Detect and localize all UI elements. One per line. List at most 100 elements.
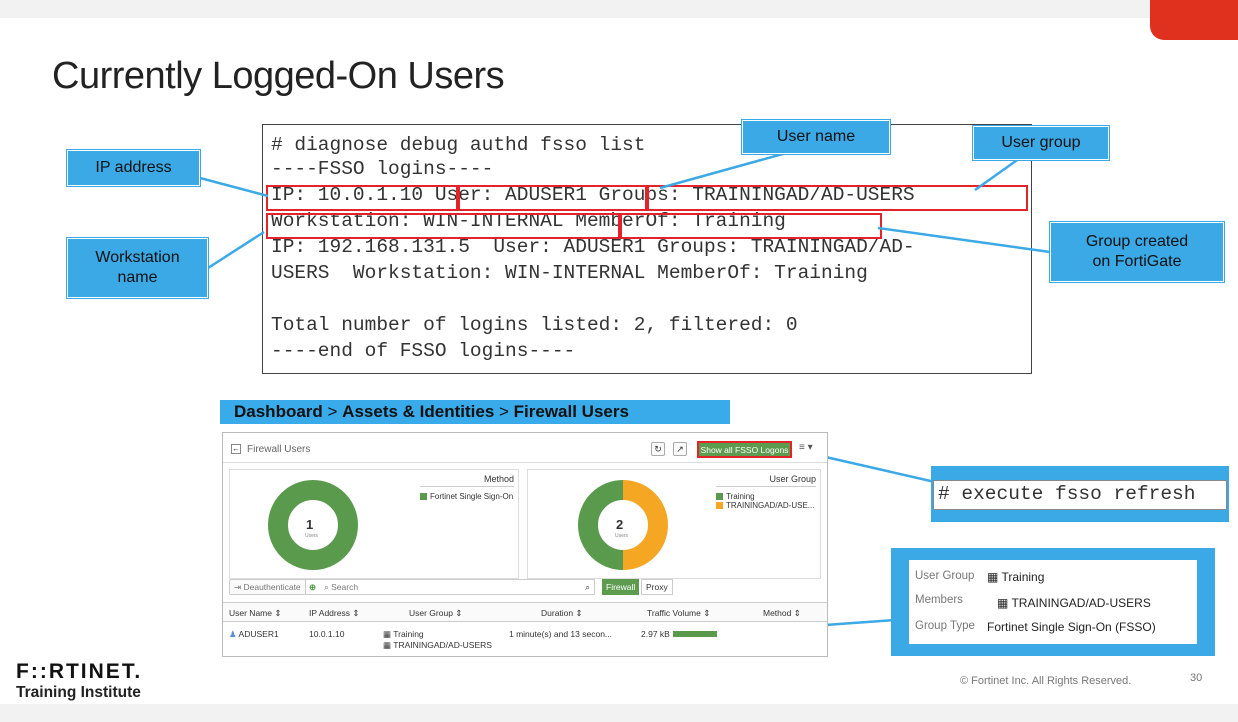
widget-topbar: ← Firewall Users ↻ ↗ Show all FSSO Logon…: [223, 433, 827, 463]
callout-workstation: Workstation name: [67, 238, 208, 298]
menu-icon[interactable]: ≡ ▾: [799, 442, 813, 453]
training-institute-label: Training Institute: [16, 684, 141, 701]
group-center-value: 2: [616, 517, 624, 532]
refresh-icon[interactable]: ↻: [651, 442, 665, 456]
cell-group-training: Training: [393, 629, 424, 639]
search-placeholder: Search: [331, 582, 359, 592]
method-title: Method: [420, 474, 514, 487]
group-value-text: Training: [1001, 570, 1045, 584]
type-value: Fortinet Single Sign-On (FSSO): [987, 620, 1156, 634]
table-header: User Name ⇕ IP Address ⇕ User Group ⇕ Du…: [223, 602, 827, 622]
widget-title: Firewall Users: [247, 444, 311, 455]
page-title: Currently Logged-On Users: [52, 55, 505, 97]
group-icon: ▦: [383, 640, 394, 650]
tab-proxy[interactable]: Proxy: [641, 579, 673, 595]
memberof-highlight: [620, 213, 882, 239]
callout-group-created: Group created on FortiGate: [1050, 222, 1224, 282]
copyright: © Fortinet Inc. All Rights Reserved.: [960, 675, 1132, 687]
legend-label: Fortinet Single Sign-On: [430, 492, 514, 501]
cli-line: ----FSSO logins----: [271, 158, 494, 180]
cell-ip-address: 10.0.1.10: [309, 629, 345, 639]
cell-duration: 1 minute(s) and 13 secon...: [509, 629, 613, 639]
callout-text: IP address: [95, 159, 172, 176]
callout-user-group: User group: [973, 126, 1109, 160]
column-header[interactable]: User Name ⇕: [229, 608, 281, 619]
user-group-panel: 2 Users User Group Training TRAININGAD/A…: [527, 469, 821, 579]
callout-text: on FortiGate: [1092, 253, 1182, 270]
group-center-label: Users: [615, 533, 629, 539]
brand-tab: [1150, 0, 1238, 40]
method-panel: 1 Users Method Fortinet Single Sign-On: [229, 469, 519, 579]
column-header[interactable]: User Group ⇕: [409, 608, 462, 619]
deauthenticate-button[interactable]: ⇥ Deauthenticate: [229, 579, 306, 595]
refresh-command-callout: # execute fsso refresh: [931, 466, 1229, 522]
group-detail: User Group ▦ Training Members ▦ TRAINING…: [909, 560, 1197, 644]
callout-text: Workstation: [95, 249, 180, 266]
user-icon: ♟: [229, 629, 237, 639]
breadcrumb-separator: >: [322, 402, 343, 421]
method-legend-item[interactable]: Fortinet Single Sign-On: [420, 492, 513, 501]
breadcrumb-dashboard: Dashboard: [234, 402, 323, 421]
cell-group-trainingad: TRAININGAD/AD-USERS: [393, 640, 492, 650]
cli-line: # diagnose debug authd fsso list: [271, 134, 646, 156]
cell-user-text: ADUSER1: [238, 629, 279, 639]
type-label: Group Type: [915, 620, 975, 632]
callout-text: Group created: [1085, 233, 1189, 250]
cell-user-name: ♟ ADUSER1: [229, 629, 279, 640]
traffic-bar: [673, 631, 717, 637]
external-link-icon[interactable]: ↗: [673, 442, 687, 456]
cell-traffic-volume: 2.97 kB: [641, 629, 670, 639]
group-icon: ▦: [987, 570, 1002, 584]
legend-label: TRAININGAD/AD-USE...: [726, 501, 815, 510]
breadcrumb-firewall-users: Firewall Users: [513, 402, 629, 421]
legend-label: Training: [726, 492, 755, 501]
callout-text: User group: [1001, 134, 1081, 151]
group-detail-callout: User Group ▦ Training Members ▦ TRAINING…: [891, 548, 1215, 656]
callout-user-name: User name: [742, 120, 890, 154]
legend-swatch: [716, 502, 723, 509]
group-title: User Group: [716, 474, 816, 487]
breadcrumb-separator: >: [494, 402, 514, 421]
deauthenticate-label: Deauthenticate: [243, 582, 301, 592]
group-value: ▦ Training: [987, 570, 1044, 584]
add-icon[interactable]: ⊕: [309, 580, 316, 594]
members-icon: ▦: [997, 596, 1012, 610]
members-value: ▦ TRAININGAD/AD-USERS: [997, 596, 1151, 610]
members-label: Members: [915, 594, 963, 606]
workstation-highlight: [266, 213, 620, 239]
breadcrumb-assets: Assets & Identities: [342, 402, 495, 421]
column-header[interactable]: IP Address ⇕: [309, 608, 359, 619]
cli-output: # diagnose debug authd fsso list ----FSS…: [262, 124, 1032, 374]
callout-text: User name: [776, 128, 856, 145]
back-arrow-icon[interactable]: ←: [231, 444, 241, 454]
method-center-value: 1: [306, 517, 314, 532]
user-highlight: [458, 185, 647, 211]
ip-highlight: [266, 185, 458, 211]
column-header[interactable]: Duration ⇕: [541, 608, 583, 619]
search-input[interactable]: ⊕ ⌕ Search ⌕: [305, 579, 595, 595]
tab-firewall[interactable]: Firewall: [602, 579, 640, 595]
groups-highlight: [647, 185, 1028, 211]
cli-line: USERS Workstation: WIN-INTERNAL MemberOf…: [271, 262, 868, 284]
show-fsso-logons-button[interactable]: Show all FSSO Logons: [697, 441, 792, 458]
slide: Currently Logged-On Users # diagnose deb…: [0, 0, 1238, 722]
column-header[interactable]: Method ⇕: [763, 608, 801, 619]
cli-line: Total number of logins listed: 2, filter…: [271, 314, 798, 336]
callout-text: name: [117, 269, 158, 286]
firewall-users-widget: ← Firewall Users ↻ ↗ Show all FSSO Logon…: [222, 432, 828, 657]
cell-user-group: ▦ TRAININGAD/AD-USERS: [383, 640, 492, 651]
breadcrumb: Dashboard > Assets & Identities > Firewa…: [220, 400, 730, 424]
group-legend-item[interactable]: TRAININGAD/AD-USE...: [716, 501, 814, 510]
column-header[interactable]: Traffic Volume ⇕: [647, 608, 710, 619]
group-label: User Group: [915, 570, 975, 582]
members-value-text: TRAININGAD/AD-USERS: [1011, 596, 1151, 610]
group-legend-item[interactable]: Training: [716, 492, 755, 501]
callout-ip-address: IP address: [67, 150, 200, 186]
search-submit-icon[interactable]: ⌕: [585, 580, 590, 594]
group-icon: ▦: [383, 629, 394, 639]
fortinet-logo: F::RTINET.: [16, 660, 143, 683]
legend-swatch: [420, 493, 427, 500]
method-center-label: Users: [305, 533, 319, 539]
group-donut-slice-trainingad: [622, 480, 668, 570]
table-row[interactable]: ♟ ADUSER1 10.0.1.10 ▦ Training ▦ TRAININ…: [223, 623, 827, 656]
